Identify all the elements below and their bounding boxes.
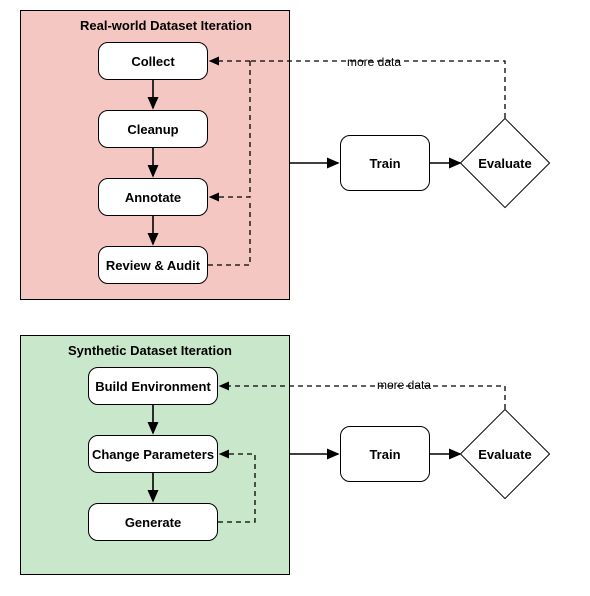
arrows-layer [0,0,590,596]
